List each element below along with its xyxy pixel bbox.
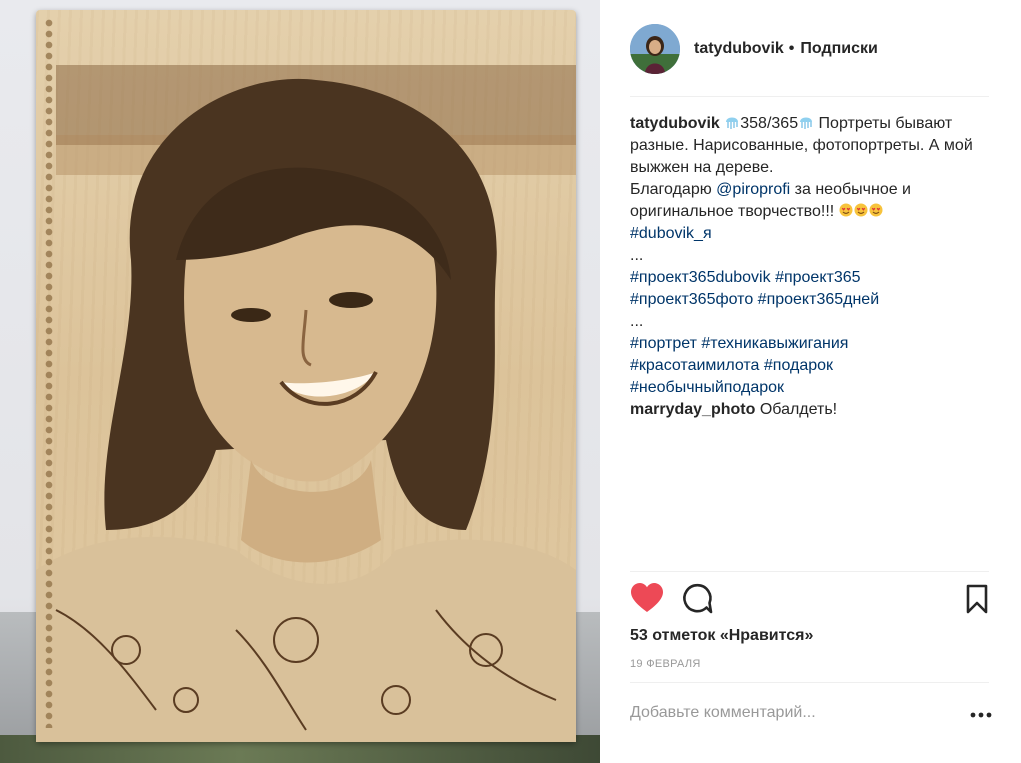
post-actions xyxy=(630,582,991,616)
heart-filled-icon[interactable] xyxy=(630,582,664,616)
caption-thanks-pre: Благодарю xyxy=(630,181,717,198)
ellipsis-icon[interactable] xyxy=(970,705,992,725)
hashtag-link[interactable]: #подарок xyxy=(764,357,833,374)
smiling-face-heart-eyes-icon xyxy=(839,203,853,217)
comment-username[interactable]: marryday_photo xyxy=(630,401,755,418)
header-separator: • xyxy=(788,40,795,57)
hashtag-link[interactable]: #красотаимилота xyxy=(630,357,759,374)
header-line: tatydubovik • Подписки xyxy=(694,40,878,58)
hashtag-link[interactable]: #проект365 xyxy=(775,269,860,286)
hashtag-link[interactable]: #проект365дней xyxy=(758,291,879,308)
hashtag-link[interactable]: #необычныйподарок xyxy=(630,379,784,396)
jellyfish-icon xyxy=(726,117,739,129)
post-photo[interactable] xyxy=(0,0,600,763)
post-date[interactable]: 19 ФЕВРАЛЯ xyxy=(630,658,701,670)
smiling-face-heart-eyes-icon xyxy=(854,203,868,217)
speech-bubble-icon[interactable] xyxy=(680,582,714,616)
hashtag-link[interactable]: #портрет xyxy=(630,335,697,352)
header-username[interactable]: tatydubovik xyxy=(694,40,784,57)
caption-ellipsis: ... xyxy=(630,247,644,264)
hashtag-link[interactable]: #проект365dubovik xyxy=(630,269,771,286)
mention-link[interactable]: @piroprofi xyxy=(716,181,790,198)
comment-item: marryday_photo Обалдеть! xyxy=(630,399,990,421)
jellyfish-icon xyxy=(800,117,813,129)
board-edge-holes xyxy=(44,18,54,728)
avatar-image xyxy=(630,24,680,74)
caption-username[interactable]: tatydubovik xyxy=(630,115,720,132)
comment-text: Обалдеть! xyxy=(759,401,838,418)
post-side-panel: tatydubovik • Подписки tatydubovik 358/365… xyxy=(600,0,1021,763)
post-header: tatydubovik • Подписки xyxy=(630,22,989,77)
hashtag-link[interactable]: #проект365фото xyxy=(630,291,753,308)
avatar[interactable] xyxy=(630,24,680,74)
following-button[interactable]: Подписки xyxy=(800,40,877,57)
bookmark-icon[interactable] xyxy=(960,582,994,616)
header-divider xyxy=(630,96,989,97)
post-caption: tatydubovik 358/365 Портреты бывают разн… xyxy=(630,113,990,421)
portrait-illustration xyxy=(36,65,576,742)
caption-ellipsis: ... xyxy=(630,313,644,330)
actions-divider xyxy=(630,571,989,572)
comment-divider xyxy=(630,682,989,683)
hashtag-link[interactable]: #dubovik_я xyxy=(630,225,712,242)
hashtag-link[interactable]: #техникавыжигания xyxy=(701,335,848,352)
likes-count[interactable]: 53 отметок «Нравится» xyxy=(630,627,813,645)
smiling-face-heart-eyes-icon xyxy=(869,203,883,217)
wood-burned-portrait xyxy=(36,10,576,742)
comment-input[interactable] xyxy=(630,704,920,722)
caption-text: tatydubovik 358/365 Портреты бывают разн… xyxy=(630,113,990,399)
caption-counter: 358/365 xyxy=(740,115,799,132)
